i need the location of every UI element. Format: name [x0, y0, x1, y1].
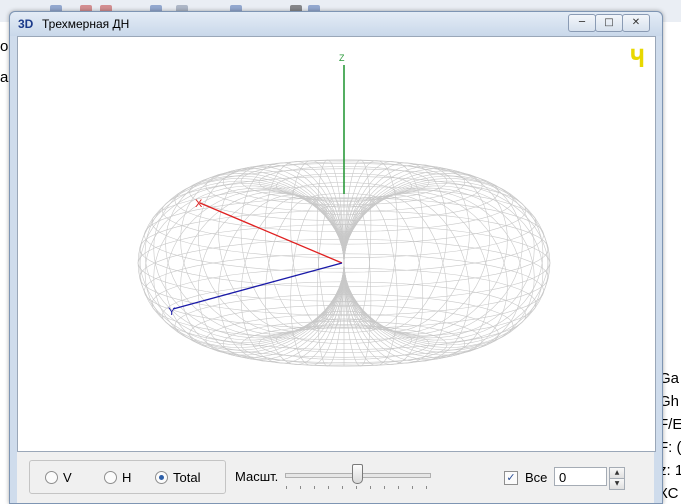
y-axis-label: Y	[168, 306, 176, 318]
app-icon: 3D	[18, 17, 34, 31]
background-left-glyph: о	[0, 38, 9, 55]
close-button[interactable]: ✕	[622, 14, 650, 32]
minimize-icon: ─	[578, 17, 586, 28]
slider-tick	[370, 486, 371, 489]
maximize-icon: □	[604, 17, 614, 28]
close-icon: ✕	[631, 17, 641, 28]
spin-down-button[interactable]: ▼	[609, 478, 625, 490]
minimize-button[interactable]: ─	[568, 14, 596, 32]
z-axis-label: Z	[339, 53, 345, 63]
radio-v-label: V	[63, 470, 72, 485]
radio-h-label: H	[122, 470, 132, 485]
corner-indicator-glyph: Ч	[630, 45, 644, 73]
number-input[interactable]: 0	[554, 467, 607, 486]
radio-total[interactable]: Total	[155, 470, 200, 486]
x-axis-label: X	[195, 198, 203, 210]
mesh-line	[342, 248, 346, 250]
slider-tick	[412, 486, 413, 489]
controls-panel: V H Total Масшт. ✓ Все 0 ▲ ▼	[17, 452, 654, 503]
all-checkbox[interactable]: ✓	[504, 471, 518, 485]
window-title: Трехмерная ДН	[42, 17, 130, 31]
radio-h[interactable]: H	[104, 470, 131, 486]
slider-tick	[314, 486, 315, 489]
background-left-glyph: а	[0, 69, 9, 86]
slider-tick	[398, 486, 399, 489]
slider-tick	[342, 486, 343, 489]
pattern-3d-viewport[interactable]: X Y Z Ч	[17, 36, 656, 452]
scale-slider-thumb[interactable]	[352, 464, 363, 484]
slider-tick	[328, 486, 329, 489]
mesh-line	[342, 276, 346, 278]
maximize-button[interactable]: □	[595, 14, 623, 32]
slider-tick	[426, 486, 427, 489]
all-checkbox-label: Все	[525, 470, 548, 485]
mesh-line	[343, 194, 470, 362]
slider-tick	[286, 486, 287, 489]
slider-tick	[300, 486, 301, 489]
radio-v-indicator[interactable]	[45, 471, 58, 484]
slider-tick	[384, 486, 385, 489]
mesh-line	[218, 164, 345, 332]
pattern-3d-window: 3D Трехмерная ДН ─ □ ✕ X Y Z Ч V H Total…	[9, 11, 663, 504]
mesh-line	[343, 164, 470, 332]
radiation-pattern-plot[interactable]: X Y Z Ч	[18, 37, 655, 451]
title-bar[interactable]: 3D Трехмерная ДН ─ □ ✕	[10, 12, 662, 36]
mesh-line	[218, 194, 345, 362]
scale-label: Масшт.	[235, 469, 279, 484]
radio-total-indicator[interactable]	[155, 471, 168, 484]
slider-tick	[356, 486, 357, 489]
radio-total-label: Total	[173, 470, 201, 485]
radio-v[interactable]: V	[45, 470, 72, 486]
pattern-component-group: V H Total	[29, 460, 226, 494]
radio-h-indicator[interactable]	[104, 471, 117, 484]
